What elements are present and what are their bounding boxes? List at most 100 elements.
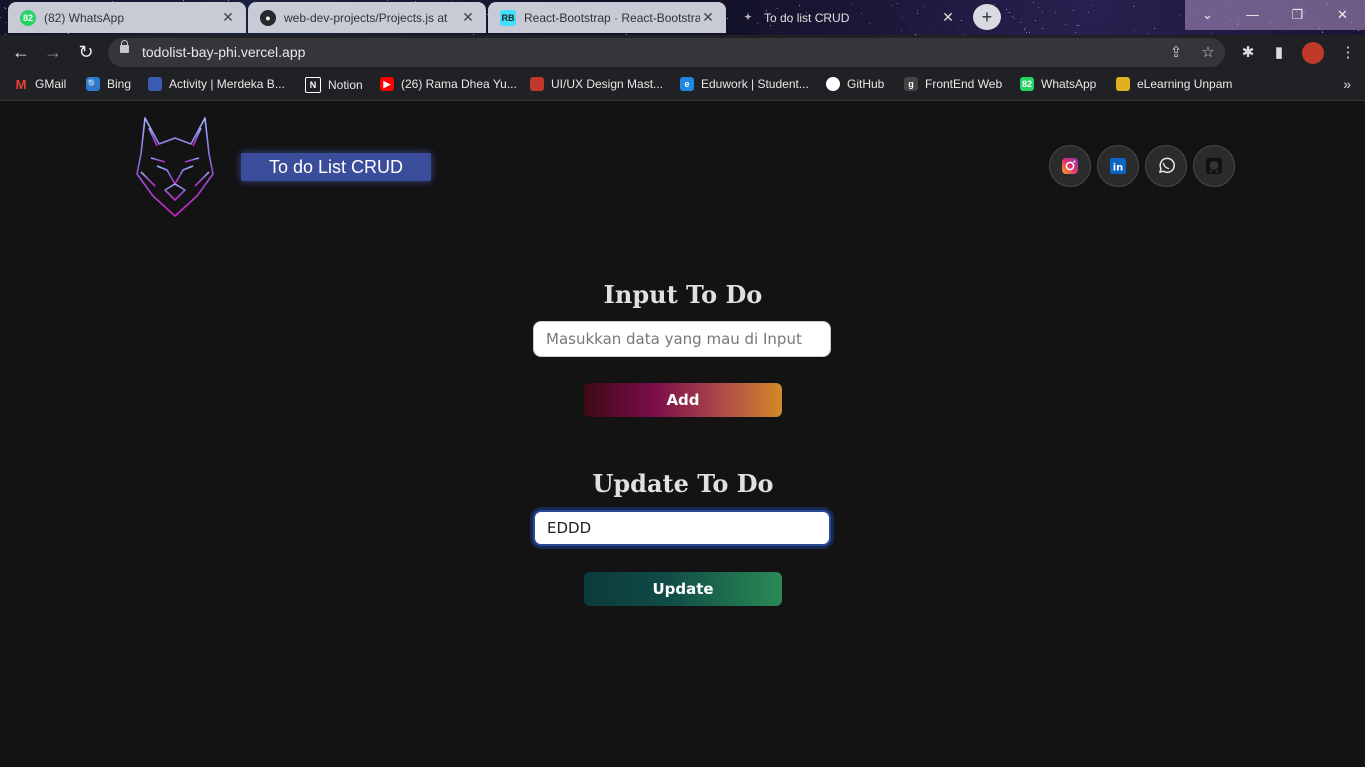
bookmark-label: (26) Rama Dhea Yu...: [401, 77, 517, 91]
reload-icon[interactable]: ↻: [75, 41, 97, 63]
bookmark-label: Eduwork | Student...: [701, 77, 809, 91]
star-dot: [1024, 29, 1026, 31]
minimize-button[interactable]: —: [1230, 0, 1275, 30]
star-dot: [1042, 12, 1044, 14]
tab-whatsapp[interactable]: 82 (82) WhatsApp ✕: [8, 2, 246, 33]
add-button[interactable]: Add: [584, 383, 782, 417]
youtube-icon: ▶: [380, 77, 394, 91]
github-link[interactable]: [1193, 145, 1235, 187]
star-dot: [1026, 31, 1028, 33]
new-tab-button[interactable]: +: [973, 4, 1001, 30]
restore-button[interactable]: ❐: [1275, 0, 1320, 30]
bookmark-item[interactable]: g FrontEnd Web: [904, 77, 1002, 91]
star-dot: [1321, 32, 1323, 34]
eduwork-icon: e: [680, 77, 694, 91]
star-dot: [68, 32, 70, 34]
back-arrow-icon[interactable]: ←: [10, 41, 32, 63]
bookmark-item[interactable]: Activity | Merdeka B...: [148, 77, 285, 91]
github-icon: [1206, 158, 1222, 174]
bookmark-item[interactable]: GitHub: [826, 77, 884, 91]
whatsapp-icon: 82: [1020, 77, 1034, 91]
star-dot: [1014, 18, 1016, 20]
bookmark-item[interactable]: 🔍 Bing: [86, 77, 131, 91]
close-icon[interactable]: ✕: [460, 9, 476, 26]
star-dot: [1035, 20, 1037, 22]
tab-search-button[interactable]: ⌄: [1185, 0, 1230, 30]
todo-update-field[interactable]: [533, 510, 831, 546]
gmail-icon: M: [15, 76, 27, 92]
forward-arrow-icon[interactable]: →: [42, 41, 64, 63]
share-icon[interactable]: ⇪: [1166, 43, 1186, 63]
bookmark-item[interactable]: 82 WhatsApp: [1020, 77, 1096, 91]
menu-kebab-icon[interactable]: ⋮: [1338, 43, 1358, 63]
star-bookmark-icon[interactable]: ☆: [1198, 43, 1218, 63]
close-window-button[interactable]: ✕: [1320, 0, 1365, 30]
url-text[interactable]: todolist-bay-phi.vercel.app: [142, 44, 305, 60]
star-dot: [1012, 15, 1014, 17]
bookmark-item[interactable]: ▶ (26) Rama Dhea Yu...: [380, 77, 517, 91]
star-dot: [1006, 9, 1008, 11]
star-dot: [0, 17, 2, 19]
brand-title[interactable]: To do List CRUD: [241, 153, 431, 181]
star-dot: [1133, 29, 1135, 31]
bookmark-item[interactable]: e Eduwork | Student...: [680, 77, 809, 91]
star-dot: [1074, 32, 1076, 34]
whatsapp-link[interactable]: [1145, 145, 1187, 187]
bookmark-label: WhatsApp: [1041, 77, 1097, 91]
whatsapp-icon: 82: [20, 9, 36, 26]
extensions-puzzle-icon[interactable]: ✱: [1238, 43, 1258, 63]
bookmark-item[interactable]: M GMail: [14, 76, 67, 92]
bookmark-item[interactable]: UI/UX Design Mast...: [530, 77, 663, 91]
update-section-title: Update To Do: [592, 469, 774, 498]
tab-react-bootstrap[interactable]: RB React-Bootstrap · React-Bootstrap ✕: [488, 2, 726, 33]
chevron-double-right-icon[interactable]: »: [1343, 76, 1351, 92]
star-dot: [1054, 12, 1056, 14]
input-section-title: Input To Do: [603, 280, 763, 309]
instagram-icon: [1062, 158, 1078, 174]
linkedin-link[interactable]: in: [1097, 145, 1139, 187]
lock-icon: [120, 40, 129, 53]
star-dot: [4, 7, 6, 9]
close-icon[interactable]: ✕: [700, 9, 716, 26]
elearning-icon: [1116, 77, 1130, 91]
profile-avatar[interactable]: [1302, 42, 1324, 64]
star-dot: [1087, 11, 1089, 13]
instagram-link[interactable]: [1049, 145, 1091, 187]
bookmark-label: Bing: [107, 77, 132, 91]
star-dot: [1064, 24, 1066, 26]
todo-input-field[interactable]: [533, 321, 831, 357]
tab-label: web-dev-projects/Projects.js at: [284, 10, 448, 25]
bookmark-label: Notion: [328, 78, 363, 92]
tab-label: (82) WhatsApp: [44, 10, 125, 25]
whatsapp-icon: [1158, 157, 1175, 174]
bookmark-item[interactable]: N Notion: [305, 77, 363, 93]
star-dot: [1153, 28, 1155, 30]
star-dot: [1179, 15, 1181, 17]
browser-toolbar: ← → ↻ todolist-bay-phi.vercel.app ⇪ ☆ ✱ …: [0, 35, 1365, 70]
notion-icon: N: [305, 77, 321, 93]
window-controls: ⌄ — ❐ ✕: [1185, 0, 1365, 30]
bookmark-label: FrontEnd Web: [925, 77, 1003, 91]
bookmarks-bar: » M GMail 🔍 Bing Activity | Merdeka B... N Not…: [0, 70, 1365, 101]
update-button[interactable]: Update: [584, 572, 782, 606]
star-dot: [1037, 7, 1039, 9]
github-icon: [826, 77, 840, 91]
linkedin-icon: in: [1110, 158, 1126, 174]
bookmark-label: GMail: [35, 77, 67, 91]
address-bar[interactable]: todolist-bay-phi.vercel.app ⇪ ☆: [108, 38, 1225, 67]
bookmark-item[interactable]: eLearning Unpam: [1116, 77, 1232, 91]
star-dot: [387, 0, 389, 1]
browser-tab-strip: 82 (82) WhatsApp ✕ ● web-dev-projects/Pr…: [0, 0, 1365, 35]
side-panel-icon[interactable]: ▮: [1269, 43, 1289, 63]
star-dot: [1091, 4, 1093, 6]
bookmark-label: GitHub: [847, 77, 885, 91]
close-icon[interactable]: ✕: [940, 9, 956, 26]
tab-todo-list[interactable]: ✦ To do list CRUD ✕: [728, 2, 966, 33]
close-icon[interactable]: ✕: [220, 9, 236, 26]
frontend-icon: g: [904, 77, 918, 91]
star-dot: [993, 3, 995, 5]
bookmark-label: UI/UX Design Mast...: [551, 77, 664, 91]
merdeka-icon: [148, 77, 162, 91]
star-dot: [1076, 24, 1078, 26]
tab-github-projects[interactable]: ● web-dev-projects/Projects.js at ✕: [248, 2, 486, 33]
